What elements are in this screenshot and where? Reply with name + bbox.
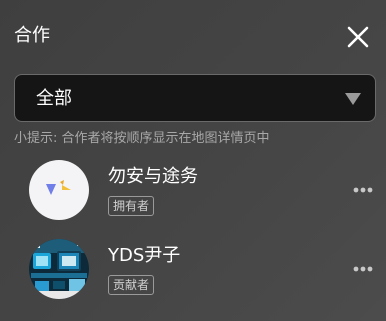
- collaborator-name: 勿安与途务: [108, 166, 198, 187]
- collaborator-row[interactable]: 勿安与途务 拥有者: [0, 160, 386, 222]
- more-horizontal-icon[interactable]: [353, 265, 373, 273]
- close-button[interactable]: [345, 24, 371, 50]
- close-icon: [347, 26, 369, 48]
- more-horizontal-icon[interactable]: [353, 186, 373, 194]
- ordering-hint: 小提示: 合作者将按顺序显示在地图详情页中: [14, 131, 270, 146]
- role-badge: 拥有者: [108, 196, 155, 216]
- caret-down-icon: [345, 93, 361, 105]
- blue-yellow-logo-avatar: [46, 180, 71, 195]
- collaborator-row[interactable]: YDS尹子 贡献者: [0, 239, 386, 301]
- panel-title: 合作: [14, 25, 50, 46]
- role-filter-value: 全部: [36, 88, 72, 109]
- collaborator-name: YDS尹子: [108, 245, 181, 266]
- avatar: [29, 239, 89, 299]
- collaboration-panel: 合作 全部 小提示: 合作者将按顺序显示在地图详情页中 勿安与途务 拥有者 YD…: [0, 0, 386, 321]
- avatar: [29, 160, 89, 220]
- circuit-board-photo-avatar: [29, 239, 89, 299]
- role-badge: 贡献者: [108, 275, 155, 295]
- role-filter-select[interactable]: 全部: [14, 74, 376, 122]
